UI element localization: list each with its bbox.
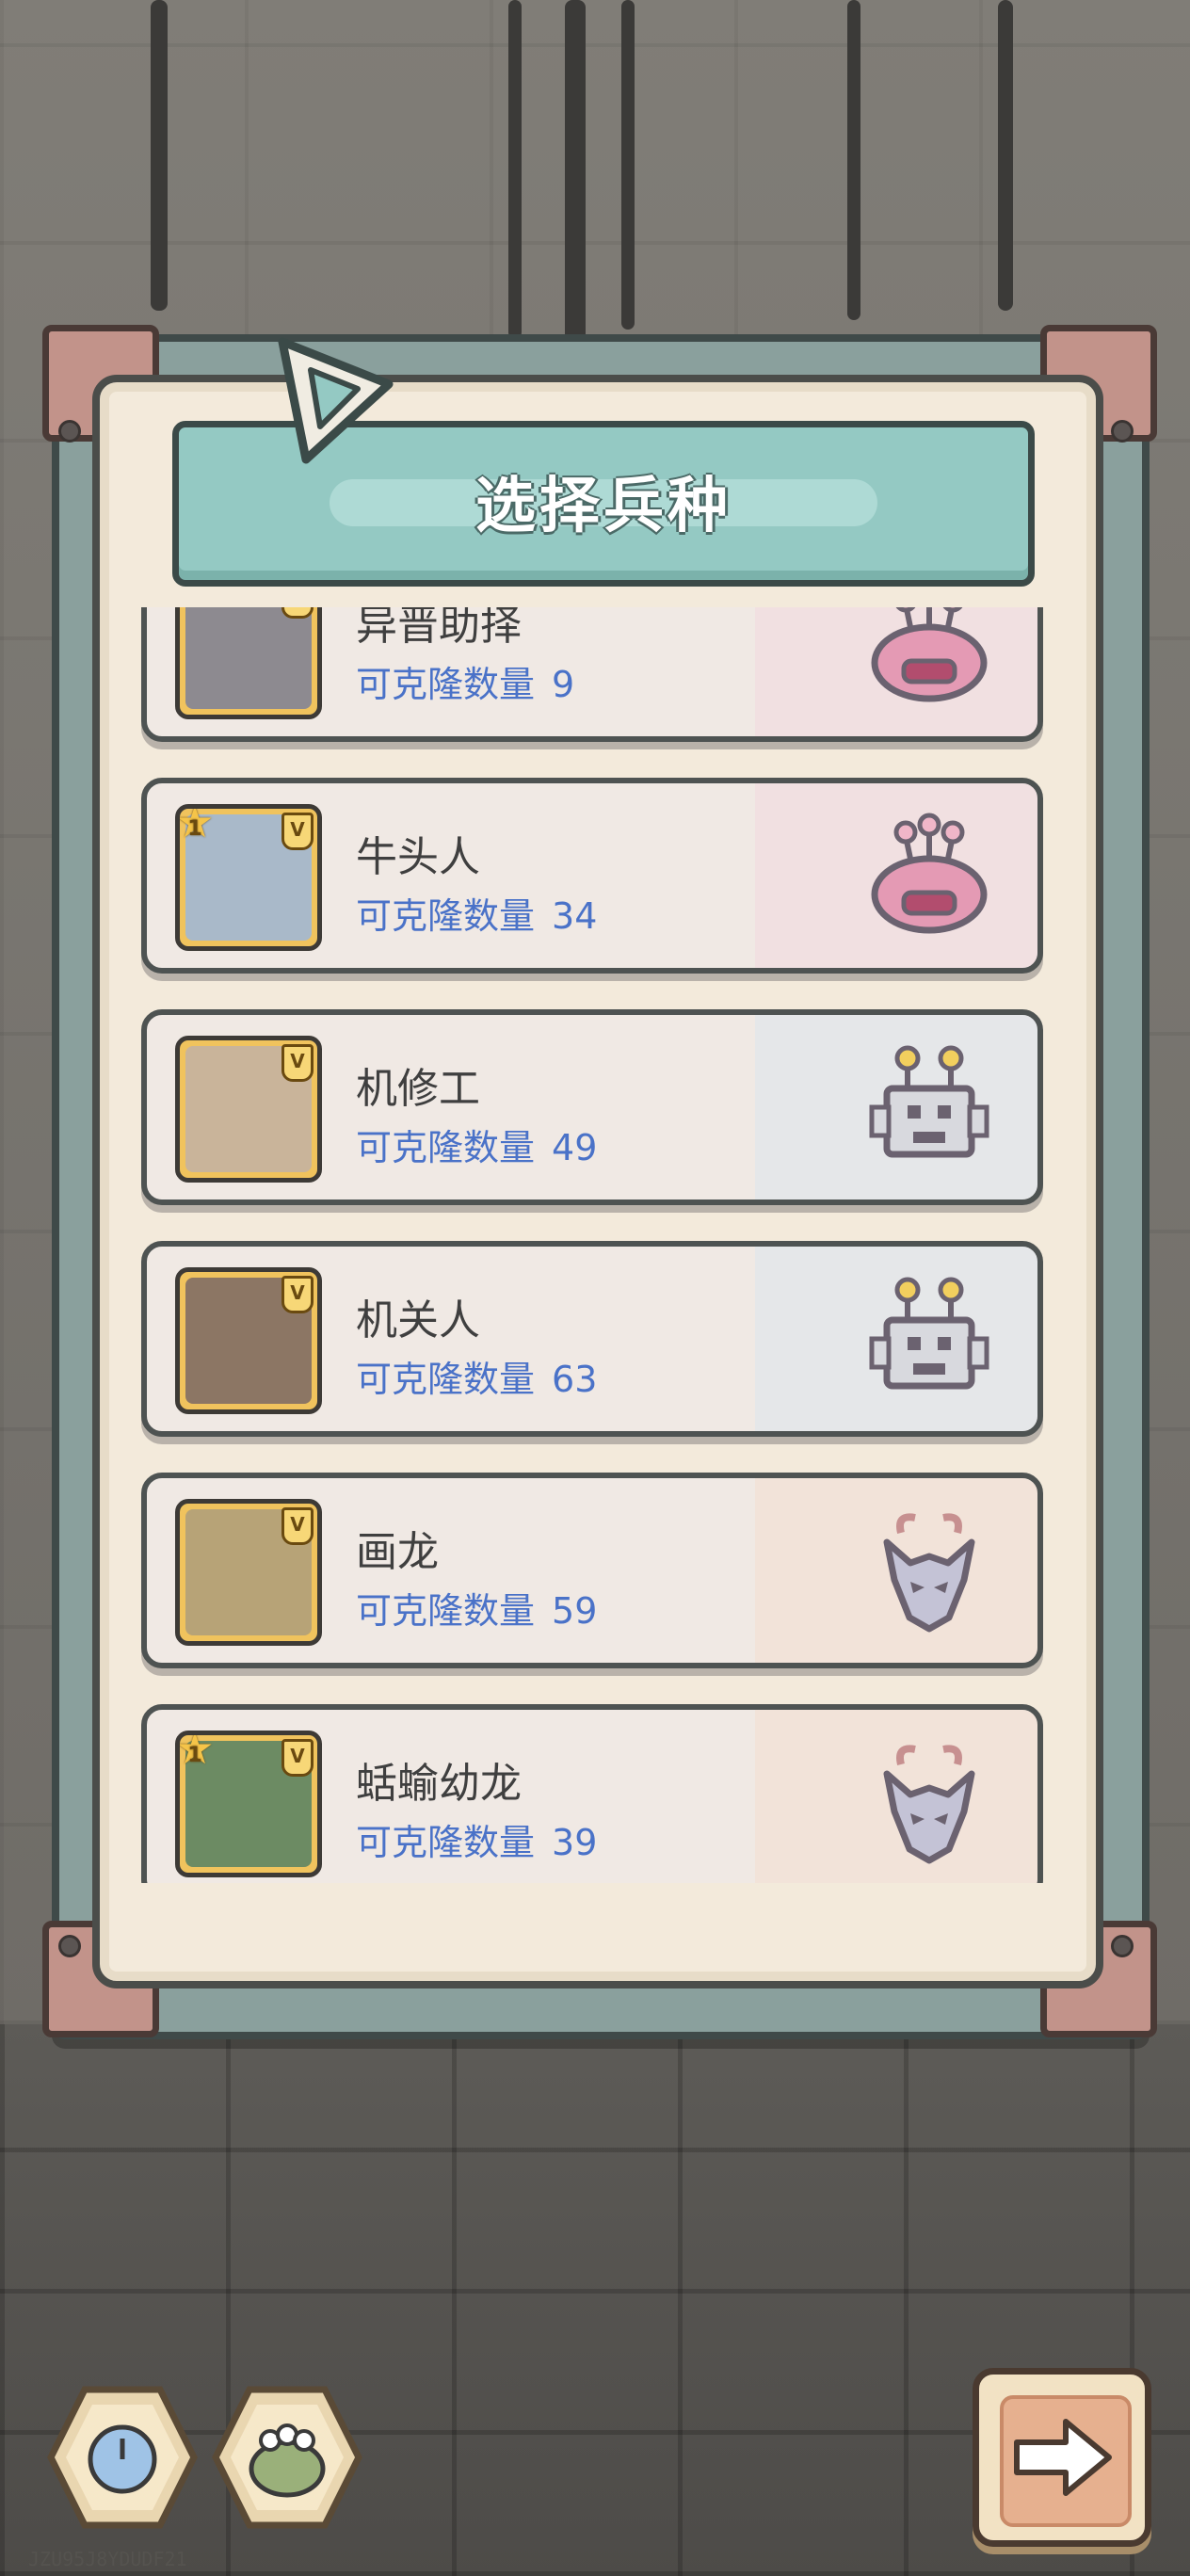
clone-quantity-value: 9 [552,664,575,705]
bolt [1111,420,1134,443]
unit-card[interactable]: V 画龙 可克隆数量 59 [141,1473,1043,1668]
next-button[interactable] [973,2368,1151,2547]
clone-quantity: 可克隆数量 34 [356,887,597,939]
star-level-icon: ★ 1 [180,1735,216,1770]
unit-portrait: ★ 1 V [175,804,322,951]
clone-quantity: 可克隆数量 59 [356,1582,597,1634]
frog-creature-button[interactable] [212,2382,362,2533]
robot-icon [869,1045,989,1158]
star-level-icon: ★ 1 [180,809,216,844]
clone-quantity-label: 可克隆数量 [356,1127,536,1168]
hanging-cable [508,0,522,339]
clone-quantity-value: 59 [552,1590,598,1632]
unit-name: 异晋助择 [356,607,522,650]
hanging-cable [998,0,1013,311]
hanging-cable [621,0,635,330]
bolt [58,1935,81,1957]
clone-quantity-value: 34 [552,895,598,937]
unit-name: 机关人 [356,1296,480,1344]
unit-card[interactable]: V 机修工 可克隆数量 49 [141,1009,1043,1205]
clock-creature-button[interactable] [47,2382,198,2533]
clone-quantity-value: 63 [552,1359,598,1400]
clone-quantity: 可克隆数量 39 [356,1813,597,1865]
rank-badge-icon: V [281,1276,314,1313]
star-level: 1 [187,1744,202,1767]
clone-quantity: 可克隆数量 63 [356,1350,597,1402]
dragon-icon [883,1513,975,1633]
arrow-right-icon [1014,2419,1112,2496]
unit-card[interactable]: ★ 1 V 蛞蝓幼龙 可克隆数量 39 [141,1704,1043,1883]
clone-quantity: 可克隆数量 9 [356,655,574,707]
clone-quantity-label: 可克隆数量 [356,1590,536,1632]
unit-card[interactable]: V 机关人 可克隆数量 63 [141,1241,1043,1437]
tentacle-monster-icon [871,813,988,934]
clone-quantity-label: 可克隆数量 [356,1359,536,1400]
unit-portrait: V [175,1267,322,1414]
unit-name: 牛头人 [356,833,480,881]
bolt [1111,1935,1134,1957]
rank-badge-icon: V [281,1044,314,1082]
unit-portrait: ★ 1 V [175,1731,322,1877]
unit-name: 机修工 [356,1065,480,1113]
robot-icon [869,1277,989,1390]
unit-portrait: V [175,607,322,719]
unit-portrait: V [175,1499,322,1646]
rank-badge-icon: V [281,1739,314,1777]
unit-list: V 异晋助择 可克隆数量 9 ★ 1 V 牛头人 可克隆数量 34 V 机修工 可克… [141,607,1054,1883]
page-title: 选择兵种 [475,472,732,541]
rank-badge-icon: V [281,813,314,850]
unit-portrait: V [175,1036,322,1183]
bolt [58,420,81,443]
star-level: 1 [187,817,202,841]
device-watermark: JZU95J8YDUDF21 [28,2548,187,2570]
unit-list-viewport[interactable]: V 异晋助择 可克隆数量 9 ★ 1 V 牛头人 可克隆数量 34 V 机修工 可克… [141,607,1054,1883]
hanging-cable [847,0,860,320]
hanging-cable [565,0,586,358]
clone-quantity-value: 49 [552,1127,598,1168]
clone-quantity-value: 39 [552,1822,598,1863]
unit-portrait-image [185,607,312,709]
clone-quantity-label: 可克隆数量 [356,895,536,937]
next-button-face [1000,2395,1132,2527]
unit-card[interactable]: ★ 1 V 牛头人 可克隆数量 34 [141,778,1043,974]
tentacle-monster-icon [871,607,988,702]
clone-quantity-label: 可克隆数量 [356,664,536,705]
rank-badge-icon: V [281,1507,314,1545]
dragon-icon [883,1745,975,1864]
unit-card[interactable]: V 异晋助择 可克隆数量 9 [141,607,1043,742]
clone-quantity: 可克隆数量 49 [356,1119,597,1170]
hanging-cable [151,0,168,311]
unit-name: 画龙 [356,1528,439,1576]
clone-quantity-label: 可克隆数量 [356,1822,536,1863]
triangle-emblem-icon [278,337,394,464]
unit-name: 蛞蝓幼龙 [356,1760,522,1808]
